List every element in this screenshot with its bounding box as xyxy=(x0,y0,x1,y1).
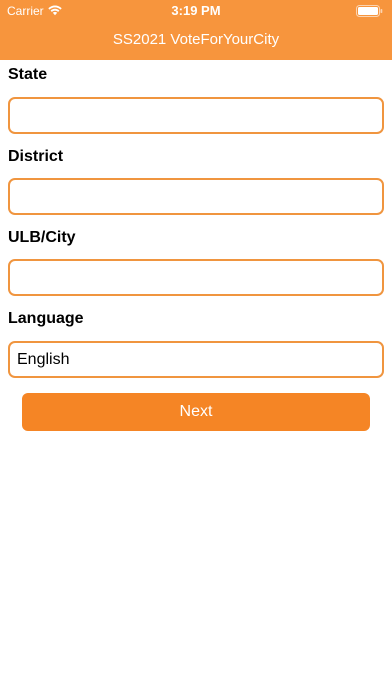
district-label: District xyxy=(8,148,64,165)
language-label: Language xyxy=(8,310,84,327)
state-label: State xyxy=(8,66,48,83)
state-field[interactable] xyxy=(8,97,384,134)
status-bar: Carrier 3:19 PM xyxy=(0,0,392,22)
battery-icon xyxy=(356,5,383,17)
city-field[interactable] xyxy=(8,259,384,296)
language-field[interactable] xyxy=(8,341,384,378)
app-title: SS2021 VoteForYourCity xyxy=(112,31,280,48)
header-bar: Carrier 3:19 PM SS2021 VoteForYourCity xyxy=(0,0,392,60)
status-time: 3:19 PM xyxy=(171,3,221,18)
district-field[interactable] xyxy=(8,178,384,215)
next-button[interactable]: Next xyxy=(22,393,370,431)
city-label: ULB/City xyxy=(8,229,76,246)
app-screen: Carrier 3:19 PM SS2021 VoteForYourCity S… xyxy=(0,0,392,696)
